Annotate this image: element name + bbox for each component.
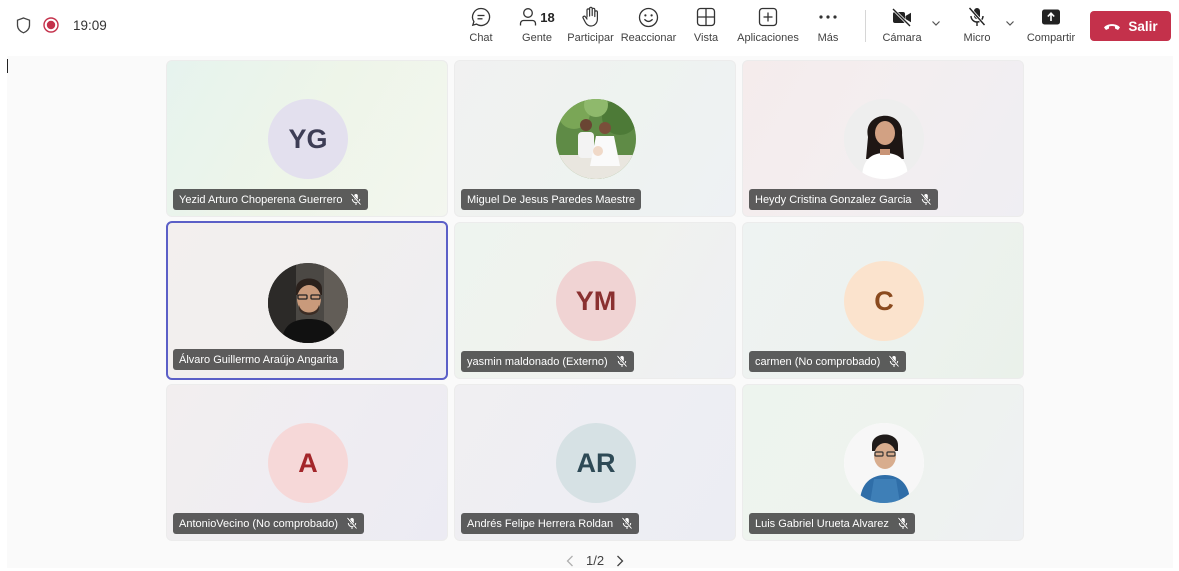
camera-button[interactable]: Cámara — [882, 4, 922, 50]
meeting-time: 19:09 — [73, 17, 107, 33]
share-label: Compartir — [1026, 32, 1076, 44]
mic-options-chevron-icon[interactable] — [1005, 18, 1015, 28]
apps-button[interactable]: Aplicaciones — [737, 4, 799, 50]
chevron-right-icon — [617, 555, 624, 566]
gallery-pager: 1/2 — [566, 553, 624, 568]
participant-name-plate: Luis Gabriel Urueta Alvarez — [749, 513, 915, 534]
participant-tile-7[interactable]: A AntonioVecino (No comprobado) — [166, 384, 448, 541]
share-button[interactable]: Compartir — [1025, 4, 1077, 50]
react-button[interactable]: Reaccionar — [620, 4, 677, 50]
previous-page-button[interactable] — [566, 555, 574, 567]
chat-label: Chat — [469, 32, 493, 44]
shield-icon[interactable] — [16, 16, 31, 34]
mic-label: Micro — [963, 32, 991, 44]
meeting-toolbar: 19:09 Chat 18 Gente Participar Reacciona… — [0, 0, 1179, 52]
raise-hand-button[interactable]: Participar — [567, 4, 614, 50]
leave-label: Salir — [1128, 18, 1158, 34]
participant-name-plate: Andrés Felipe Herrera Roldan — [461, 513, 640, 534]
hang-up-icon — [1104, 24, 1121, 30]
people-icon — [520, 8, 537, 26]
avatar: YG — [268, 99, 348, 179]
raise-hand-label: Participar — [567, 32, 614, 44]
toolbar-divider — [865, 10, 866, 42]
mic-off-icon — [346, 517, 358, 530]
participant-photo-icon — [268, 263, 348, 343]
share-screen-icon — [1042, 9, 1060, 25]
avatar: AR — [556, 423, 636, 503]
participant-name: Heydy Cristina Gonzalez Garcia — [755, 193, 912, 206]
more-button[interactable]: Más — [816, 4, 840, 50]
apps-label: Aplicaciones — [737, 32, 799, 44]
leave-button[interactable]: Salir — [1090, 11, 1171, 41]
participant-photo-icon — [844, 423, 924, 503]
participant-photo-icon — [844, 99, 924, 179]
participant-name-plate: Álvaro Guillermo Araújo Angarita — [173, 349, 344, 370]
people-label: Gente — [522, 32, 552, 44]
chevron-left-icon — [566, 555, 573, 566]
avatar: C — [844, 261, 924, 341]
chat-button[interactable]: Chat — [467, 4, 495, 50]
participant-tile-8[interactable]: AR Andrés Felipe Herrera Roldan — [454, 384, 736, 541]
mic-off-icon — [621, 517, 633, 530]
mic-off-icon — [351, 193, 362, 206]
mic-off-icon — [920, 193, 931, 206]
participant-tile-3[interactable]: Heydy Cristina Gonzalez Garcia — [742, 60, 1024, 217]
view-label: Vista — [693, 32, 719, 44]
participant-name-plate: yasmin maldonado (Externo) — [461, 351, 634, 372]
page-indicator: 1/2 — [586, 553, 605, 568]
meeting-status: 19:09 — [16, 13, 107, 37]
participant-tile-2[interactable]: Miguel De Jesus Paredes Maestre — [454, 60, 736, 217]
avatar — [844, 99, 924, 179]
text-caret — [7, 59, 8, 73]
participant-tile-5[interactable]: YM yasmin maldonado (Externo) — [454, 222, 736, 379]
mic-button[interactable]: Micro — [961, 4, 993, 50]
participant-name: Luis Gabriel Urueta Alvarez — [755, 517, 889, 530]
participant-name-plate: Yezid Arturo Choperena Guerrero — [173, 189, 369, 210]
participant-name-plate: Heydy Cristina Gonzalez Garcia — [749, 189, 938, 210]
participant-tile-9[interactable]: Luis Gabriel Urueta Alvarez — [742, 384, 1024, 541]
camera-label: Cámara — [882, 32, 922, 44]
add-app-icon — [758, 7, 778, 27]
participant-name: yasmin maldonado (Externo) — [467, 355, 608, 368]
participant-name: carmen (No comprobado) — [755, 355, 881, 368]
raise-hand-icon — [581, 6, 598, 27]
avatar — [844, 423, 924, 503]
participant-tile-6[interactable]: C carmen (No comprobado) — [742, 222, 1024, 379]
people-button[interactable]: 18 Gente — [517, 4, 557, 50]
participant-name-plate: carmen (No comprobado) — [749, 351, 907, 372]
participant-name-plate: Miguel De Jesus Paredes Maestre — [461, 189, 642, 210]
more-label: Más — [817, 32, 839, 44]
grid-view-icon — [696, 7, 716, 27]
react-label: Reaccionar — [620, 32, 677, 44]
mic-off-icon — [889, 355, 900, 368]
participant-photo-icon — [556, 99, 636, 179]
mic-off-icon — [968, 7, 986, 26]
avatar: A — [268, 423, 348, 503]
camera-off-icon — [891, 7, 912, 27]
mic-off-icon — [897, 517, 909, 530]
participant-name: Miguel De Jesus Paredes Maestre — [467, 193, 636, 206]
avatar — [268, 263, 348, 343]
chat-icon — [471, 7, 491, 27]
participant-name: Yezid Arturo Choperena Guerrero — [179, 193, 343, 206]
people-count: 18 — [540, 9, 555, 25]
participant-name-plate: AntonioVecino (No comprobado) — [173, 513, 364, 534]
avatar — [556, 99, 636, 179]
participant-name: Álvaro Guillermo Araújo Angarita — [179, 353, 338, 366]
avatar: YM — [556, 261, 636, 341]
view-button[interactable]: Vista — [692, 4, 720, 50]
participant-name: AntonioVecino (No comprobado) — [179, 517, 338, 530]
participant-tile-4-active-speaker[interactable]: Álvaro Guillermo Araújo Angarita — [166, 221, 448, 380]
participant-name: Andrés Felipe Herrera Roldan — [467, 517, 614, 530]
emoji-icon — [638, 7, 659, 27]
participant-tile-1[interactable]: YG Yezid Arturo Choperena Guerrero — [166, 60, 448, 217]
camera-options-chevron-icon[interactable] — [931, 18, 941, 28]
mic-off-icon — [616, 355, 627, 368]
more-icon — [819, 15, 837, 19]
recording-icon[interactable] — [43, 17, 59, 33]
next-page-button[interactable] — [616, 555, 624, 567]
